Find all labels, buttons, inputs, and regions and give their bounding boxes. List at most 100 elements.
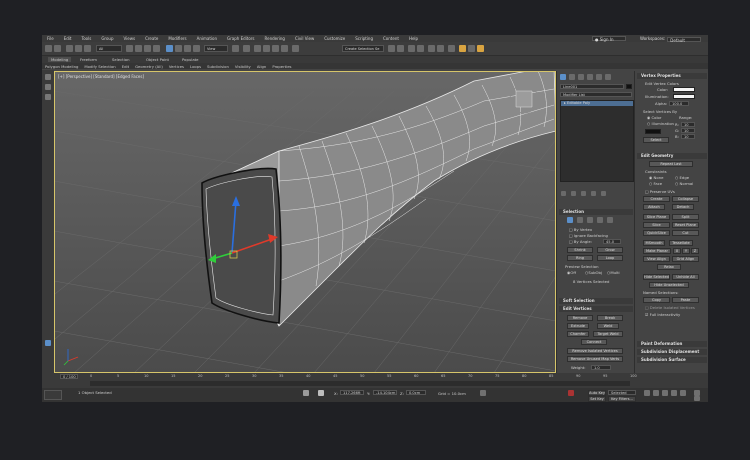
menu-group[interactable]: Group: [96, 36, 118, 41]
soft-selection-rollout-header[interactable]: Soft Selection: [559, 298, 633, 304]
alpha-field[interactable]: 100.0: [669, 101, 689, 106]
ribbon-panel-polygon-modeling[interactable]: Polygon Modeling: [42, 64, 81, 69]
delete-isolated-vertices-checkbox[interactable]: □ Delete Isolated Vertices: [645, 305, 695, 310]
modifier-list-dropdown[interactable]: Modifier List: [560, 92, 632, 97]
select-color-swatch[interactable]: [645, 129, 661, 134]
select-move-icon[interactable]: [166, 45, 173, 52]
subdivision-surface-rollout-header[interactable]: Subdivision Surface: [637, 357, 707, 363]
view-align-button[interactable]: View Align: [643, 256, 670, 262]
illumination-color-swatch[interactable]: [673, 94, 695, 99]
remove-unused-map-verts-button[interactable]: Remove Unused Map Verts: [567, 356, 623, 362]
extrude-button[interactable]: Extrude: [567, 323, 589, 329]
grow-button[interactable]: Grow: [597, 247, 623, 253]
menu-civil-view[interactable]: Civil View: [290, 36, 319, 41]
mirror-icon[interactable]: [388, 45, 395, 52]
workspaces-dropdown[interactable]: Default: [667, 36, 702, 43]
display-tab-icon[interactable]: [596, 74, 602, 80]
selection-rollout-header[interactable]: Selection: [559, 209, 633, 215]
loop-button[interactable]: Loop: [597, 255, 623, 261]
border-mode-icon[interactable]: [587, 217, 593, 223]
preview-subobj-radio[interactable]: ○SubObj: [585, 270, 602, 275]
edit-vertices-rollout-header[interactable]: Edit Vertices: [559, 306, 633, 312]
align-icon[interactable]: [397, 45, 404, 52]
by-angle-checkbox[interactable]: □ By Angle:: [569, 239, 592, 244]
cut-button[interactable]: Cut: [672, 230, 699, 236]
pin-stack-icon[interactable]: [561, 191, 566, 196]
range-r-field[interactable]: 10: [681, 122, 695, 127]
track-bar[interactable]: 0 5 10 15 20 25 30 35 40 45 50 55 60 65 70 75 80 85 90 95 10…: [90, 374, 637, 386]
menu-content[interactable]: Content: [378, 36, 404, 41]
reset-plane-button[interactable]: Reset Plane: [672, 222, 699, 228]
scene-explorer-icon[interactable]: [45, 74, 51, 80]
quickslice-button[interactable]: QuickSlice: [643, 230, 670, 236]
constraint-edge-radio[interactable]: ○ Edge: [675, 175, 689, 180]
reference-coord-dropdown[interactable]: View: [204, 45, 228, 52]
keyboard-shortcut-icon[interactable]: [243, 45, 250, 52]
planar-z-button[interactable]: Z: [691, 248, 699, 254]
range-b-field[interactable]: 10: [681, 134, 695, 139]
shrink-button[interactable]: Shrink: [567, 247, 593, 253]
remove-modifier-icon[interactable]: [591, 191, 596, 196]
set-key-icon[interactable]: [568, 390, 574, 396]
object-name-field[interactable]: Line001: [560, 84, 624, 89]
menu-animation[interactable]: Animation: [192, 36, 222, 41]
menu-modifiers[interactable]: Modifiers: [163, 36, 191, 41]
set-key-button[interactable]: Set Key: [588, 396, 606, 402]
constraint-face-radio[interactable]: ○ Face: [649, 181, 662, 186]
menu-edit[interactable]: Edit: [59, 36, 77, 41]
collapse-button[interactable]: Collapse: [672, 196, 699, 202]
attach-button[interactable]: Attach: [643, 204, 665, 210]
key-filter-selected-dropdown[interactable]: Selected: [608, 390, 636, 395]
menu-views[interactable]: Views: [119, 36, 141, 41]
y-coordinate-field[interactable]: -14.104cm: [373, 390, 397, 395]
percent-snap-icon[interactable]: [272, 45, 279, 52]
select-place-icon[interactable]: [193, 45, 200, 52]
select-rotate-icon[interactable]: [175, 45, 182, 52]
ribbon-tab-modeling[interactable]: Modeling: [48, 57, 72, 62]
redo-icon[interactable]: [54, 45, 61, 52]
toggle-layer-explorer-icon[interactable]: [417, 45, 424, 52]
perspective-viewport[interactable]: [+] [Perspective] [Standard] [Edged Face…: [54, 71, 556, 373]
play-icon[interactable]: [662, 390, 668, 396]
preview-off-radio[interactable]: ◉Off: [567, 270, 576, 275]
repeat-last-button[interactable]: Repeat Last: [649, 161, 693, 167]
ribbon-panel-vertices[interactable]: Vertices: [166, 64, 187, 69]
select-scale-icon[interactable]: [184, 45, 191, 52]
ribbon-tab-freeform[interactable]: Freeform: [80, 57, 97, 62]
modify-tab-icon[interactable]: [569, 74, 575, 80]
go-to-start-icon[interactable]: [644, 390, 650, 396]
display-icon[interactable]: [45, 94, 51, 100]
show-end-result-icon[interactable]: [571, 191, 576, 196]
go-to-end-icon[interactable]: [680, 390, 686, 396]
bind-spacewarp-icon[interactable]: [84, 45, 91, 52]
ribbon-panel-visibility[interactable]: Visibility: [232, 64, 254, 69]
rect-selection-icon[interactable]: [144, 45, 151, 52]
menu-graph-editors[interactable]: Graph Editors: [222, 36, 259, 41]
split-button[interactable]: Split: [672, 214, 699, 220]
slice-button[interactable]: Slice: [643, 222, 670, 228]
menu-rendering[interactable]: Rendering: [260, 36, 290, 41]
modifier-stack[interactable]: ▸ Editable Poly: [560, 100, 634, 182]
menu-scripting[interactable]: Scripting: [350, 36, 378, 41]
ribbon-panel-align[interactable]: Align: [254, 64, 270, 69]
make-planar-button[interactable]: Make Planar: [643, 248, 671, 254]
workspaces-selector[interactable]: Workspaces: Default: [640, 36, 702, 43]
subdivision-displacement-rollout-header[interactable]: Subdivision Displacement: [637, 349, 707, 355]
hide-selected-button[interactable]: Hide Selected: [643, 274, 670, 280]
selection-filter-dropdown[interactable]: All: [96, 45, 122, 52]
full-interactivity-checkbox[interactable]: ☑ Full Interactivity: [645, 312, 680, 317]
select-object-icon[interactable]: [126, 45, 133, 52]
break-button[interactable]: Break: [597, 315, 623, 321]
window-crossing-icon[interactable]: [153, 45, 160, 52]
by-angle-field[interactable]: 45.0: [603, 239, 621, 244]
add-time-tag-icon[interactable]: [480, 390, 486, 396]
x-coordinate-field[interactable]: 117.266ft: [340, 390, 364, 395]
motion-tab-icon[interactable]: [587, 74, 593, 80]
relax-button[interactable]: Relax: [657, 264, 681, 270]
slice-plane-button[interactable]: Slice Plane: [643, 214, 670, 220]
create-tab-icon[interactable]: [560, 74, 566, 80]
hide-unselected-button[interactable]: Hide Unselected: [649, 282, 689, 288]
grid-align-button[interactable]: Grid Align: [672, 256, 699, 262]
ribbon-panel-properties[interactable]: Properties: [269, 64, 294, 69]
ribbon-panel-edit[interactable]: Edit: [119, 64, 132, 69]
